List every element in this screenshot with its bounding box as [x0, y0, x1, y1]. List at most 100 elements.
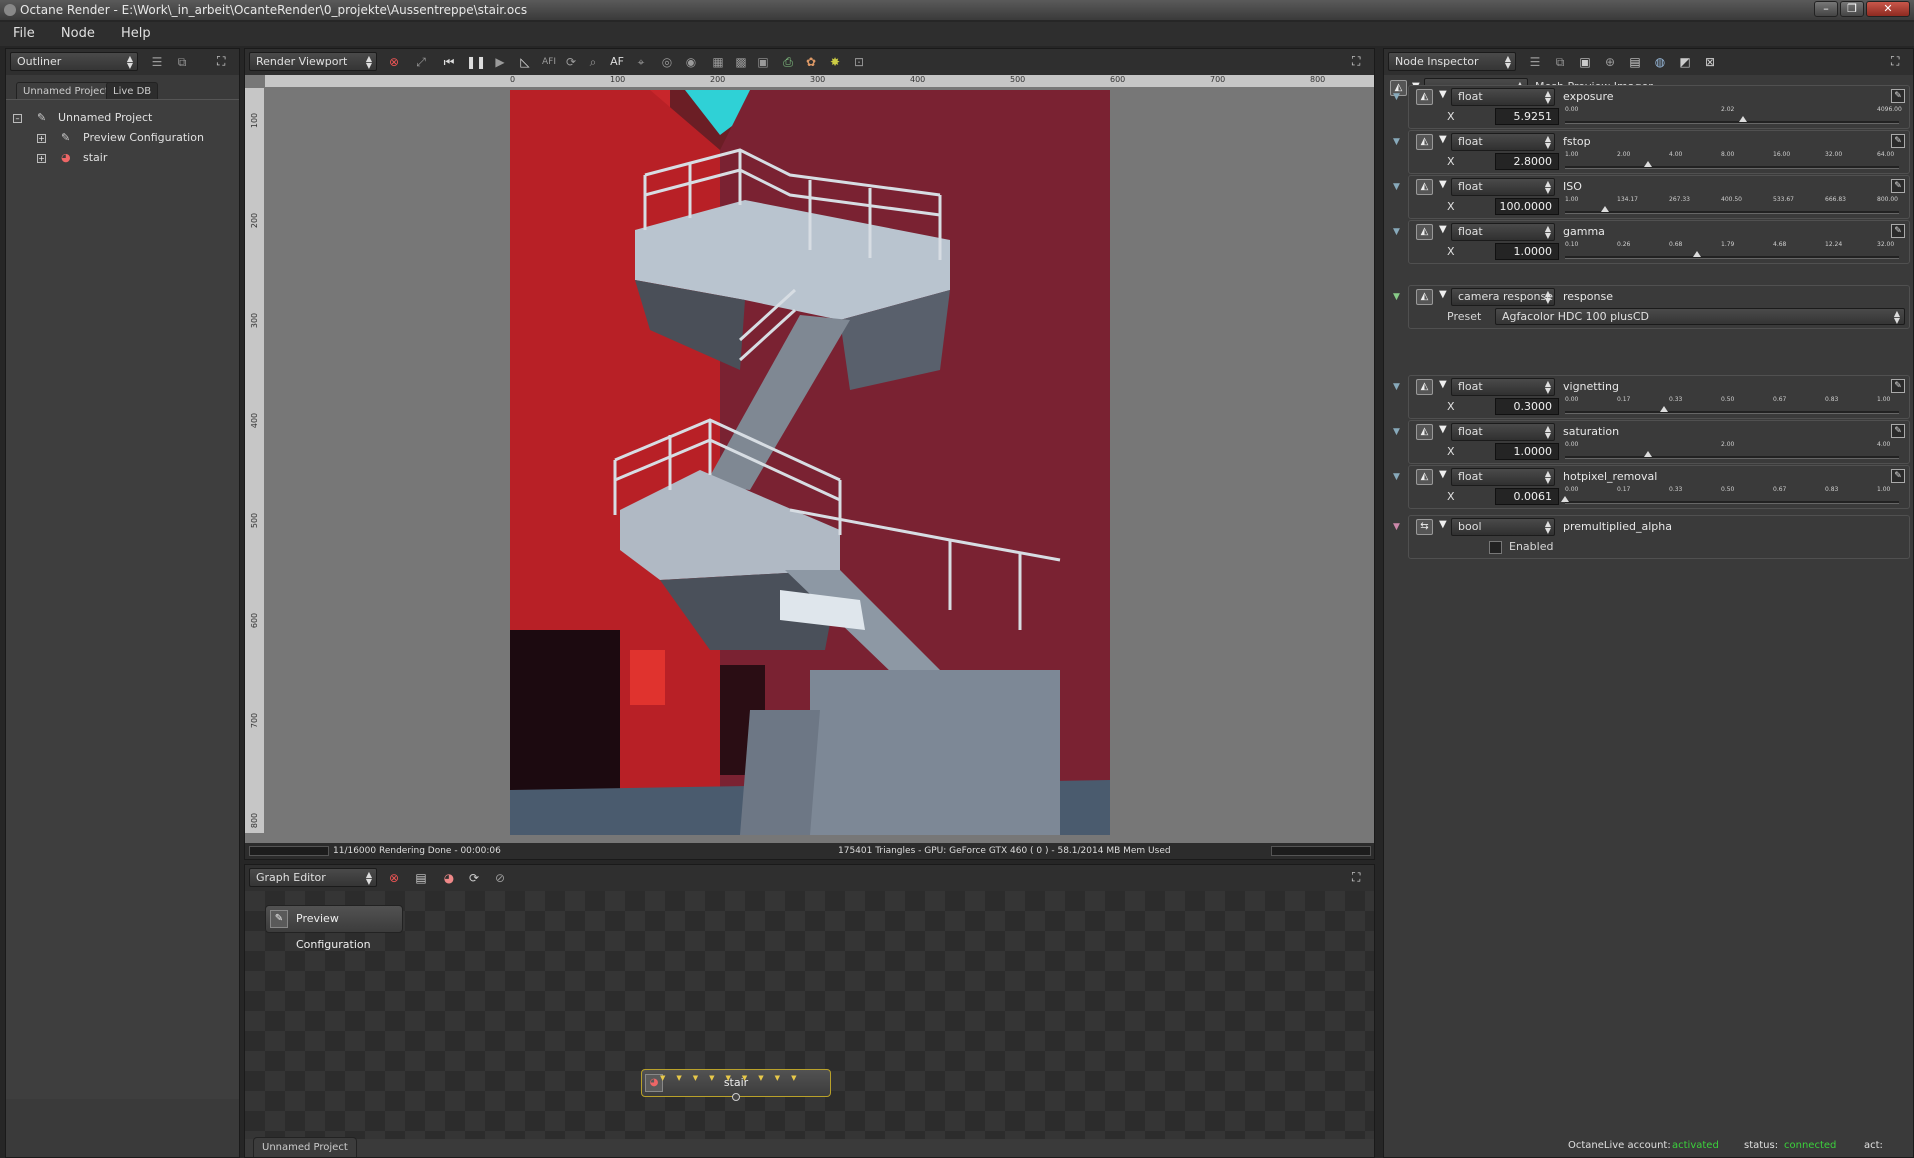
save-image-icon[interactable]: ⎙ [780, 54, 796, 70]
param-type-selector[interactable]: float ▲ ▼ [1451, 468, 1555, 486]
tree-item-preview-configuration[interactable]: + ✎ Preview Configuration [13, 129, 233, 147]
ruler-tool-icon[interactable]: ◺ [517, 54, 533, 70]
collapse-triangle-icon[interactable]: ▼ [1439, 289, 1447, 300]
delete-node-icon[interactable]: ⊗ [386, 870, 402, 886]
collapse-triangle-icon[interactable]: ▼ [1439, 424, 1447, 435]
tree-item-unnamed-project[interactable]: – ✎ Unnamed Project [13, 109, 233, 127]
tab-unnamed-project[interactable]: Unnamed Project [16, 82, 116, 99]
slider-track[interactable] [1565, 411, 1899, 414]
pin-triangle-icon[interactable]: ▼ [1393, 427, 1400, 437]
bool-type-selector[interactable]: bool ▲ ▼ [1451, 518, 1555, 536]
bool-icon[interactable]: ⇆ [1416, 519, 1433, 535]
curve-icon[interactable]: ◭ [1416, 134, 1433, 150]
picture-icon[interactable]: ◩ [1677, 54, 1693, 70]
fullscreen-icon[interactable]: ⛶ [217, 54, 231, 68]
expand-icon[interactable]: + [37, 154, 46, 163]
pin-triangle-icon[interactable]: ▼ [1393, 382, 1400, 392]
refresh-icon[interactable]: ⟳ [466, 870, 482, 886]
material-picker-icon[interactable]: ◎ [659, 54, 675, 70]
param-slider[interactable]: 1.00 2.00 4.00 8.00 16.00 32.00 64.00 [1565, 151, 1899, 173]
node-stair[interactable]: ◕ stair ▼▼▼▼▼▼▼▼▼ [641, 1069, 831, 1101]
add-node-icon[interactable]: ▤ [413, 870, 429, 886]
menu-node[interactable]: Node [48, 22, 104, 46]
slider-thumb[interactable] [1660, 406, 1668, 412]
slider-thumb[interactable] [1561, 496, 1569, 502]
object-picker-icon[interactable]: ◉ [683, 54, 699, 70]
lock-icon[interactable]: ⊡ [851, 54, 867, 70]
slider-thumb[interactable] [1693, 251, 1701, 257]
edit-icon[interactable]: ✎ [1891, 469, 1905, 483]
param-value-field[interactable]: 5.9251 [1495, 108, 1559, 125]
param-type-selector[interactable]: float ▲ ▼ [1451, 423, 1555, 441]
pin-triangle-icon[interactable]: ▼ [1393, 227, 1400, 237]
layers-icon[interactable]: ⧉ [174, 54, 190, 70]
curve-icon[interactable]: ◭ [1416, 224, 1433, 240]
render-image[interactable] [510, 90, 1110, 835]
focus-picker-icon[interactable]: ⌖ [633, 54, 649, 70]
curve-icon[interactable]: ◭ [1416, 379, 1433, 395]
image-icon[interactable]: ▣ [1577, 54, 1593, 70]
curve-icon[interactable]: ◭ [1416, 469, 1433, 485]
param-type-selector[interactable]: float ▲ ▼ [1451, 378, 1555, 396]
output-pin[interactable] [732, 1093, 740, 1101]
inspector-selector[interactable]: Node Inspector ▲ ▼ [1388, 52, 1516, 71]
param-slider[interactable]: 0.00 2.00 4.00 [1565, 441, 1899, 463]
tab-live-db[interactable]: Live DB [106, 82, 159, 99]
edit-icon[interactable]: ✎ [1891, 379, 1905, 393]
fullscreen-icon[interactable]: ⛶ [1352, 54, 1366, 68]
mesh-node-icon[interactable]: ◕ [441, 870, 457, 886]
pin-icon[interactable]: ⊕ [1602, 54, 1618, 70]
pause-icon[interactable]: ❚❚ [466, 54, 486, 70]
menu-file[interactable]: File [0, 22, 44, 46]
maximize-icon[interactable]: ❐ [1840, 1, 1864, 17]
node-preview-configuration[interactable]: ✎ Preview Configuration [265, 905, 403, 951]
param-value-field[interactable]: 2.8000 [1495, 153, 1559, 170]
slider-track[interactable] [1565, 256, 1899, 259]
pin-triangle-icon[interactable]: ▼ [1393, 472, 1400, 482]
zoom-icon[interactable]: ⌕ [585, 54, 601, 70]
edit-icon[interactable]: ✎ [1891, 134, 1905, 148]
curve-icon[interactable]: ◭ [1416, 424, 1433, 440]
pin-triangle-icon[interactable]: ▼ [1393, 137, 1400, 147]
collapse-triangle-icon[interactable]: ▼ [1439, 89, 1447, 100]
edit-icon[interactable]: ✎ [1891, 424, 1905, 438]
lock-resolution-icon[interactable]: ▣ [755, 54, 771, 70]
param-value-field[interactable]: 100.0000 [1495, 198, 1559, 215]
collapse-triangle-icon[interactable]: ▼ [1439, 379, 1447, 390]
export-icon[interactable]: ⊠ [1702, 54, 1718, 70]
afi-button[interactable]: AFI [541, 54, 557, 70]
slider-thumb[interactable] [1643, 451, 1652, 457]
edit-icon[interactable]: ✎ [1891, 224, 1905, 238]
slider-thumb[interactable] [1600, 206, 1609, 212]
collapse-all-icon[interactable]: ☰ [1527, 54, 1543, 70]
collapse-icon[interactable]: – [13, 114, 22, 123]
curve-icon[interactable]: ◭ [1416, 89, 1433, 105]
outliner-selector[interactable]: Outliner ▲ ▼ [10, 52, 138, 71]
restart-icon[interactable]: ⏮ [441, 54, 457, 70]
pin-triangle-icon[interactable]: ▼ [1393, 522, 1400, 532]
param-slider[interactable]: 0.00 0.17 0.33 0.50 0.67 0.83 1.00 [1561, 486, 1899, 508]
collapse-triangle-icon[interactable]: ▼ [1439, 469, 1447, 480]
pin-triangle-icon[interactable]: ▼ [1393, 92, 1400, 102]
param-type-selector[interactable]: float ▲ ▼ [1451, 88, 1555, 106]
collapse-triangle-icon[interactable]: ▼ [1439, 519, 1447, 530]
param-value-field[interactable]: 0.0061 [1495, 488, 1559, 505]
preset-selector[interactable]: Agfacolor HDC 100 plusCD ▲ ▼ [1495, 308, 1905, 325]
link-icon[interactable]: ⊘ [492, 870, 508, 886]
curve-icon[interactable]: ◭ [1416, 179, 1433, 195]
slider-track[interactable] [1565, 501, 1899, 504]
param-slider[interactable]: 1.00 134.17 267.33 400.50 533.67 666.83 800.00 [1565, 196, 1899, 218]
edit-icon[interactable]: ✎ [1891, 89, 1905, 103]
tree-item-stair[interactable]: + ◕ stair [13, 149, 233, 167]
param-value-field[interactable]: 1.0000 [1495, 243, 1559, 260]
input-pins[interactable]: ▼▼▼▼▼▼▼▼▼ [660, 1065, 807, 1091]
region-icon[interactable]: ▦ [710, 54, 726, 70]
param-slider[interactable]: 0.10 0.26 0.68 1.79 4.68 12.24 32.00 [1565, 241, 1899, 263]
slider-track[interactable] [1565, 121, 1899, 124]
play-icon[interactable]: ▶ [492, 54, 508, 70]
menu-help[interactable]: Help [108, 22, 160, 46]
slider-track[interactable] [1565, 456, 1899, 459]
slider-thumb[interactable] [1739, 116, 1748, 122]
slider-track[interactable] [1565, 211, 1899, 214]
fullscreen-icon[interactable]: ⛶ [1891, 54, 1905, 68]
